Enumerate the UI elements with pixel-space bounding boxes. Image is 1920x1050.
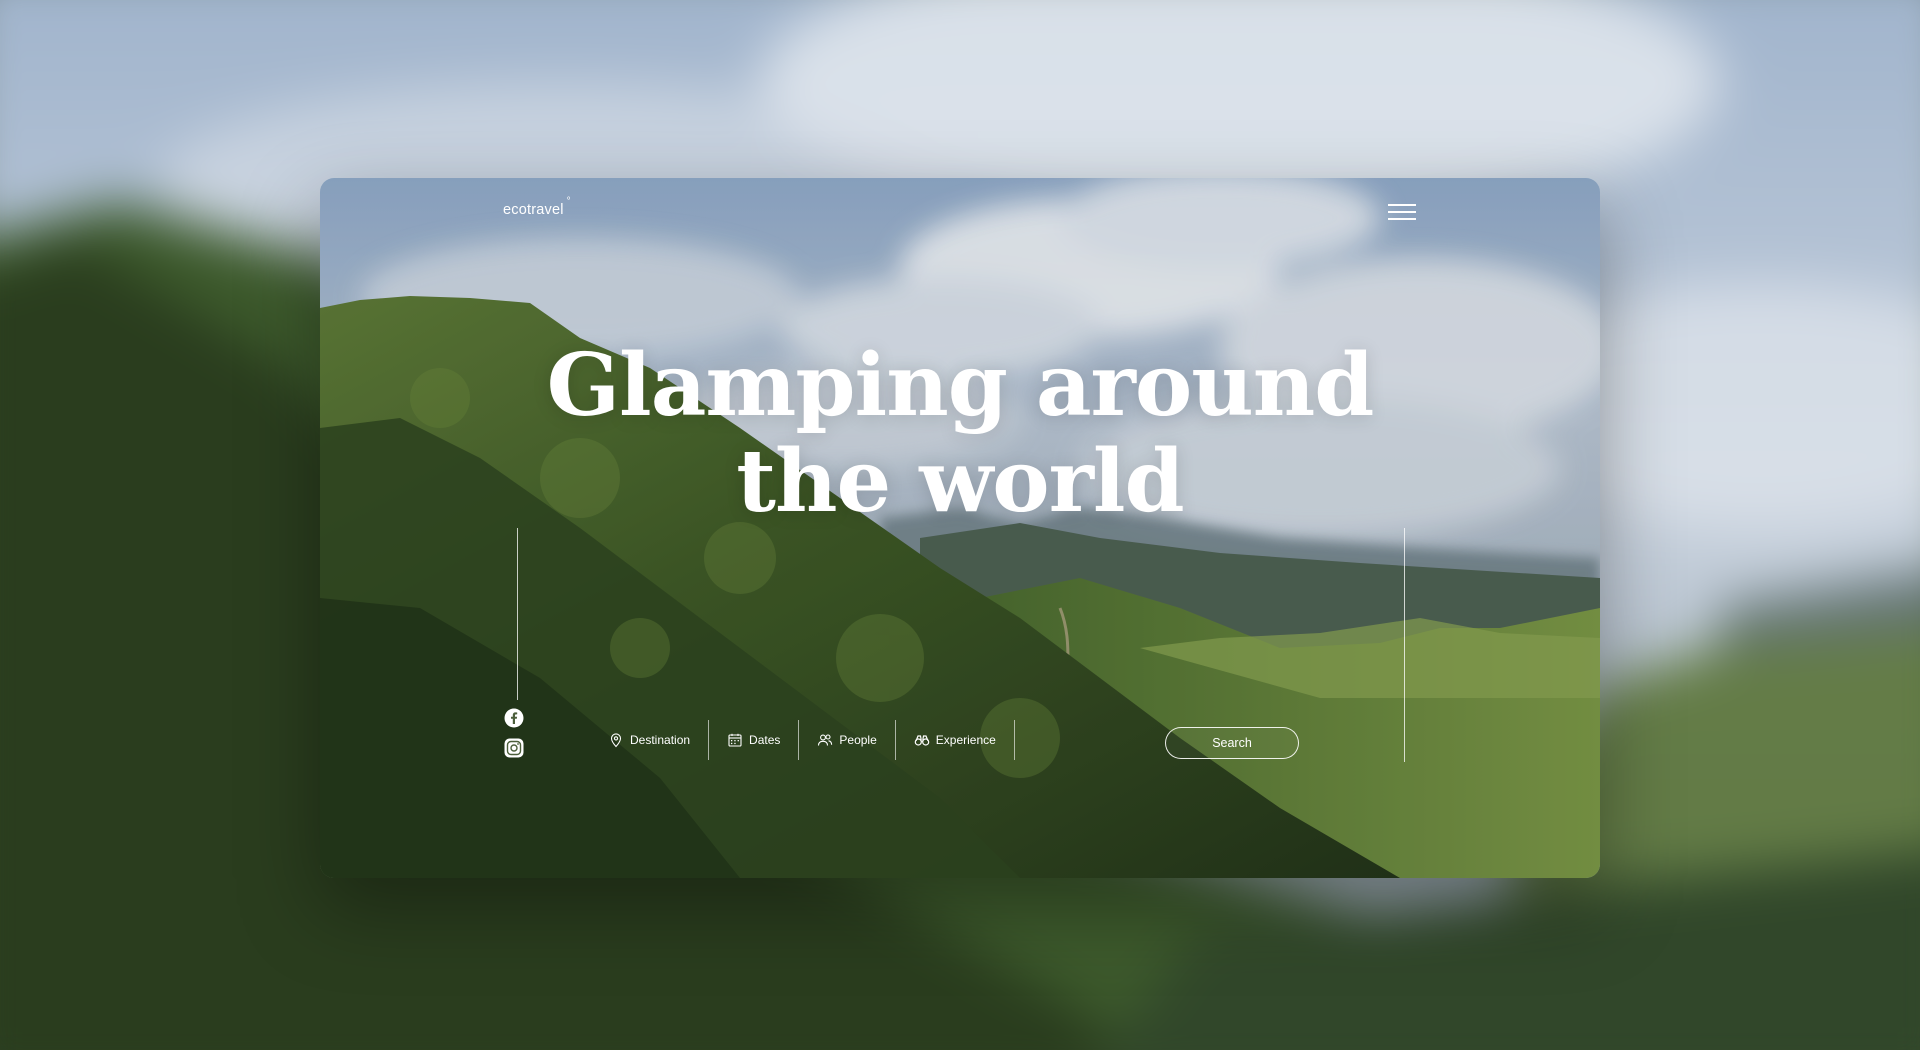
field-separator (1013, 720, 1015, 760)
search-button[interactable]: Search (1165, 727, 1299, 759)
hero-headline-line-2: the world (736, 431, 1184, 532)
facebook-icon[interactable] (504, 708, 524, 728)
calendar-icon (728, 733, 742, 747)
destination-label: Destination (630, 733, 691, 747)
instagram-icon[interactable] (504, 738, 524, 758)
left-divider-line (517, 528, 518, 700)
brand-logo[interactable]: ecotravel° (503, 196, 571, 218)
menu-line-icon (1388, 204, 1416, 206)
location-pin-icon (610, 733, 622, 748)
destination-field[interactable]: Destination (590, 720, 708, 760)
people-field[interactable]: People (799, 720, 894, 760)
binoculars-icon (914, 735, 930, 746)
brand-logo-text: ecotravel (503, 201, 564, 218)
hamburger-menu-button[interactable] (1388, 202, 1416, 222)
menu-line-icon (1388, 218, 1416, 220)
people-label: People (839, 733, 877, 747)
menu-line-icon (1388, 211, 1416, 213)
hero-headline-line-1: Glamping around (546, 335, 1375, 436)
search-bar: Destination Dates People Experience (590, 720, 1015, 760)
dates-label: Dates (749, 733, 781, 747)
right-divider-line (1404, 528, 1405, 762)
experience-field[interactable]: Experience (896, 720, 1014, 760)
people-icon (818, 734, 833, 746)
hero-headline: Glamping around the world (320, 338, 1600, 530)
experience-label: Experience (935, 733, 996, 747)
dates-field[interactable]: Dates (709, 720, 798, 760)
brand-logo-mark: ° (566, 196, 571, 207)
hero-card: ecotravel° Glamping around the world Des… (320, 178, 1600, 878)
